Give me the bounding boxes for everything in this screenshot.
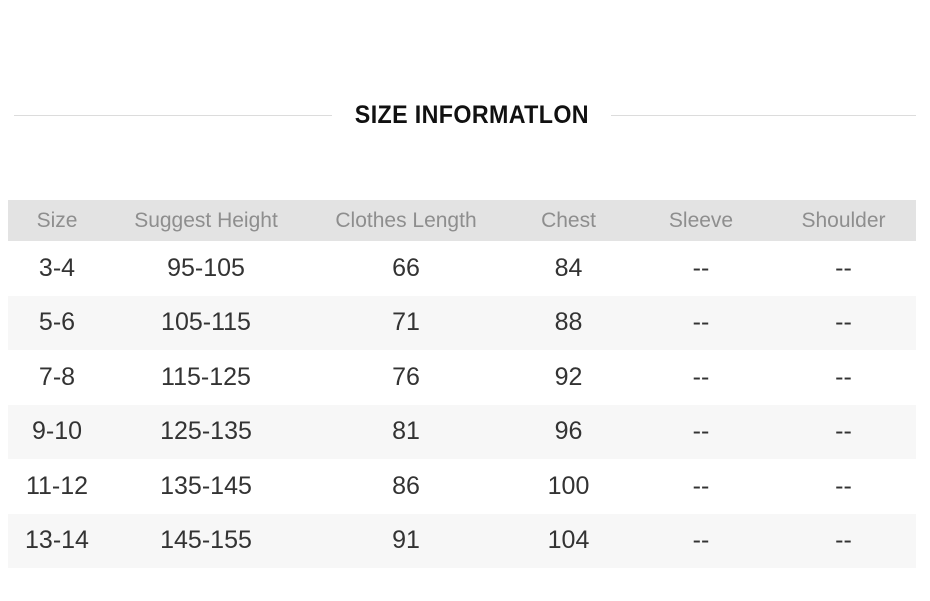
table-header: Size Suggest Height Clothes Length Chest… [8,200,916,241]
cell-sleeve: -- [692,417,710,446]
cell-chest: 104 [547,526,590,555]
cell-chest: 92 [554,362,583,391]
cell-shoulder: -- [835,253,852,282]
table-row: 13-14 145-155 91 104 -- -- [8,513,916,568]
cell-sleeve: -- [692,362,710,391]
cell-clothes-length: 71 [392,308,420,337]
column-header-chest: Chest [541,208,596,232]
cell-shoulder: -- [835,526,852,555]
table-header-row: Size Suggest Height Clothes Length Chest… [8,200,916,241]
cell-chest: 88 [554,308,583,337]
page-title: SIZE INFORMATLON [354,100,589,129]
table-body: 3-4 95-105 66 84 -- -- 5-6 105-115 71 88… [8,241,916,568]
cell-clothes-length: 86 [392,471,420,500]
cell-shoulder: -- [835,417,852,446]
cell-clothes-length: 76 [392,362,420,391]
column-header-clothes-length: Clothes Length [335,208,477,232]
column-header-shoulder: Shoulder [801,208,886,232]
cell-suggest-height: 95-105 [167,253,245,282]
cell-suggest-height: 115-125 [161,362,251,391]
table-row: 7-8 115-125 76 92 -- -- [8,350,916,405]
table-row: 3-4 95-105 66 84 -- -- [8,241,916,296]
cell-clothes-length: 81 [392,417,420,446]
size-chart-table: Size Suggest Height Clothes Length Chest… [8,200,916,568]
heading-rule-left [13,114,332,116]
cell-suggest-height: 135-145 [160,471,252,500]
cell-size: 9-10 [31,417,83,446]
cell-suggest-height: 105-115 [161,308,251,337]
table-row: 11-12 135-145 86 100 -- -- [8,459,916,514]
cell-chest: 84 [554,253,583,282]
cell-shoulder: -- [835,362,852,391]
cell-size: 13-14 [25,526,89,555]
cell-clothes-length: 66 [392,253,420,282]
size-information-heading: SIZE INFORMATLON [0,98,930,132]
cell-sleeve: -- [692,526,710,555]
cell-sleeve: -- [692,308,710,337]
cell-shoulder: -- [835,308,852,337]
cell-chest: 100 [547,471,590,500]
cell-sleeve: -- [692,253,710,282]
cell-suggest-height: 125-135 [160,417,252,446]
column-header-sleeve: Sleeve [668,208,734,232]
cell-size: 7-8 [38,362,76,391]
cell-suggest-height: 145-155 [160,526,252,555]
cell-size: 3-4 [38,253,76,282]
column-header-suggest-height: Suggest Height [134,208,278,232]
cell-chest: 96 [554,417,583,446]
cell-size: 5-6 [38,308,76,337]
table-row: 9-10 125-135 81 96 -- -- [8,404,916,459]
cell-shoulder: -- [835,471,852,500]
cell-clothes-length: 91 [392,526,420,555]
heading-rule-right [611,114,917,116]
column-header-size: Size [36,208,78,232]
cell-sleeve: -- [692,471,710,500]
table-row: 5-6 105-115 71 88 -- -- [8,295,916,350]
cell-size: 11-12 [25,471,89,500]
